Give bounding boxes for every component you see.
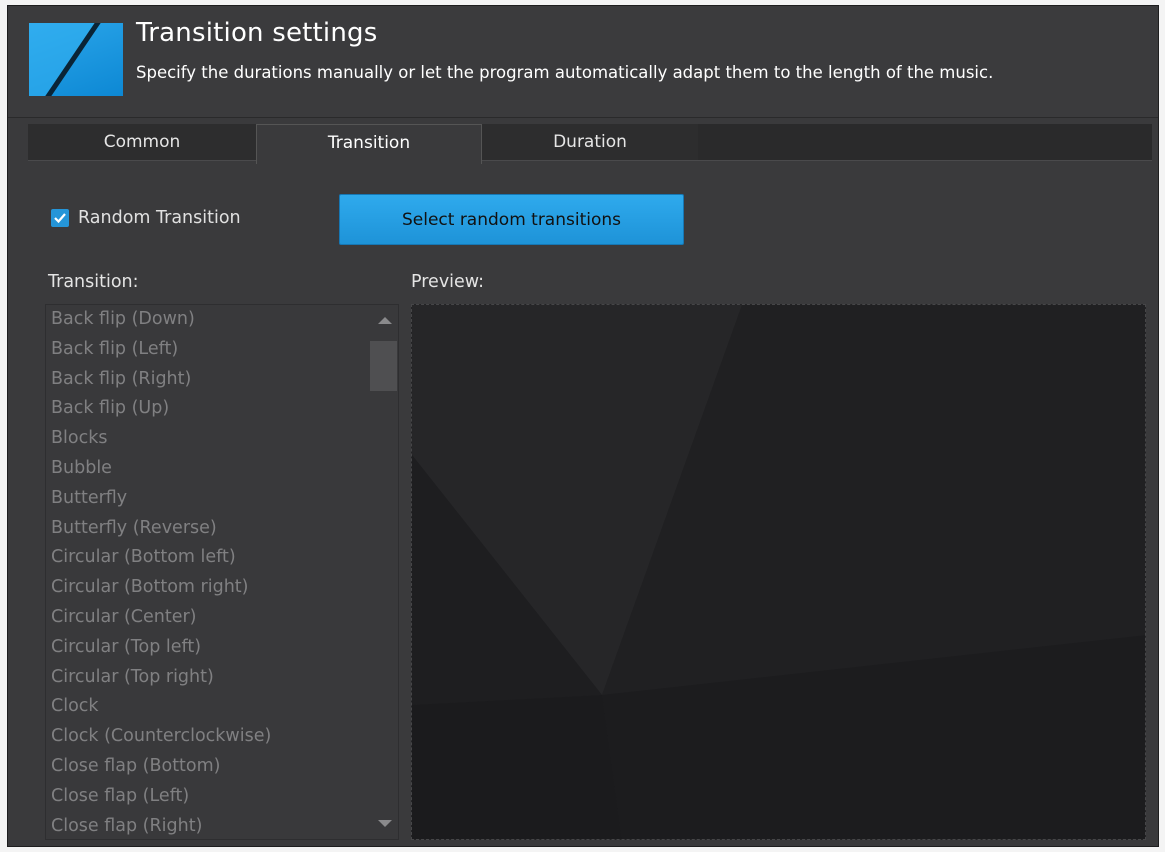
scrollbar-thumb[interactable] [370, 341, 397, 391]
list-item[interactable]: Back flip (Right) [46, 365, 398, 395]
tab-common[interactable]: Common [28, 124, 256, 160]
list-item[interactable]: Close flap (Bottom) [46, 752, 398, 782]
list-item[interactable]: Clock (Counterclockwise) [46, 722, 398, 752]
list-item[interactable]: Back flip (Left) [46, 335, 398, 365]
app-logo-icon [29, 23, 123, 96]
preview-pane [411, 304, 1146, 840]
random-transition-label: Random Transition [78, 208, 241, 228]
transition-list[interactable]: Back flip (Down) Back flip (Left) Back fli… [45, 304, 399, 840]
scroll-down-arrow-icon[interactable] [378, 820, 392, 827]
preview-image [412, 305, 1145, 839]
tab-duration[interactable]: Duration [482, 124, 698, 160]
select-random-transitions-button[interactable]: Select random transitions [339, 194, 684, 245]
dialog-header: Transition settings Specify the duration… [8, 6, 1158, 118]
scroll-up-arrow-icon[interactable] [378, 317, 392, 324]
tab-transition[interactable]: Transition [256, 124, 482, 164]
random-transition-checkbox[interactable] [51, 209, 69, 227]
dialog-subtitle: Specify the durations manually or let th… [136, 63, 994, 82]
preview-label: Preview: [411, 272, 485, 292]
list-item[interactable]: Close flap (Right) [46, 812, 398, 839]
list-item[interactable]: Close flap (Left) [46, 782, 398, 812]
list-item[interactable]: Circular (Center) [46, 603, 398, 633]
dialog-title: Transition settings [136, 18, 378, 48]
list-item[interactable]: Back flip (Down) [46, 305, 398, 335]
transition-list-items: Back flip (Down) Back flip (Left) Back fli… [46, 305, 398, 839]
list-item[interactable]: Blocks [46, 424, 398, 454]
list-item[interactable]: Back flip (Up) [46, 394, 398, 424]
list-item[interactable]: Bubble [46, 454, 398, 484]
list-item[interactable]: Butterfly (Reverse) [46, 514, 398, 544]
tab-bar: Common Duration Transition [28, 124, 1152, 164]
list-item[interactable]: Butterfly [46, 484, 398, 514]
random-transition-toggle[interactable]: Random Transition [51, 206, 241, 230]
list-item[interactable]: Circular (Bottom right) [46, 573, 398, 603]
transition-settings-dialog: Transition settings Specify the duration… [7, 5, 1159, 847]
transition-list-scrollbar[interactable] [370, 305, 398, 839]
list-item[interactable]: Circular (Top right) [46, 663, 398, 693]
checkmark-icon [54, 213, 66, 224]
transition-list-label: Transition: [48, 272, 139, 292]
list-item[interactable]: Clock [46, 692, 398, 722]
list-item[interactable]: Circular (Bottom left) [46, 543, 398, 573]
list-item[interactable]: Circular (Top left) [46, 633, 398, 663]
dialog-body: Common Duration Transition Random Transi… [28, 124, 1152, 840]
